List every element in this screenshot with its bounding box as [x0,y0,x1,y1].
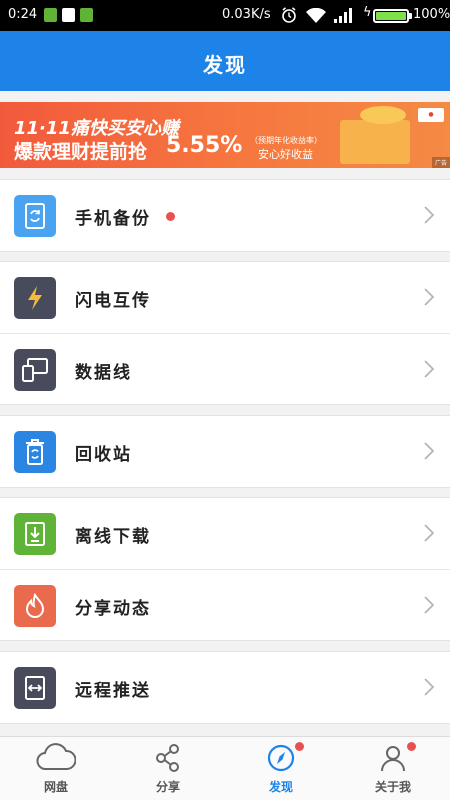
battery-icon [373,9,412,23]
new-badge [166,212,175,221]
chevron-right-icon [424,442,434,460]
network-speed: 0.03K/s [222,7,271,22]
title-bar: 发现 [0,31,450,91]
ad-label: 广告 [431,157,450,168]
tab-about-me[interactable]: 关于我 [337,737,449,800]
person-icon [381,746,405,772]
menu-item-label: 闪电互传 [75,291,151,311]
menu-item-label: 分享动态 [75,599,151,619]
chevron-right-icon [424,524,434,542]
menu-item-phone-backup[interactable]: 手机备份 [0,180,450,251]
menu-item-label: 回收站 [75,445,132,465]
menu-group-recycle: 回收站 [0,415,450,488]
menu-group-backup: 手机备份 [0,179,450,252]
qq-notification-icon [62,8,75,22]
tab-disk[interactable]: 网盘 [0,737,112,800]
tab-share[interactable]: 分享 [112,737,224,800]
brand-logo: ● [418,108,444,122]
treasure-box-illustration [340,106,410,164]
ad-banner[interactable]: 11·11痛快买安心赚 爆款理财提前抢 5.55% （预期年化收益率） 安心好收… [0,102,450,168]
chevron-right-icon [424,206,434,224]
flame-icon [14,585,56,627]
app-notification-icon [80,8,93,22]
chevron-right-icon [424,596,434,614]
recycle-bin-icon [14,431,56,473]
tab-label: 网盘 [43,780,68,794]
banner-rate-note: （预期年化收益率） [250,136,322,145]
menu-group-transfer: 闪电互传 数据线 [0,261,450,405]
wifi-icon [306,8,326,23]
menu-item-share-feed[interactable]: 分享动态 [0,569,450,640]
alarm-icon [282,7,296,23]
banner-tagline: 安心好收益 [258,148,313,161]
bottom-tab-bar: 网盘 分享 发现 关于我 [0,736,450,800]
chevron-right-icon [424,360,434,378]
lightning-icon [14,277,56,319]
tab-badge [295,742,304,751]
compass-icon [267,744,295,772]
menu-group-remote: 远程推送 [0,651,450,724]
charging-icon: ϟ [363,5,372,20]
chevron-right-icon [424,678,434,696]
remote-push-icon [14,667,56,709]
menu-item-recycle-bin[interactable]: 回收站 [0,416,450,487]
menu-item-remote-push[interactable]: 远程推送 [0,652,450,723]
devices-icon [14,349,56,391]
menu-item-flash-transfer[interactable]: 闪电互传 [0,262,450,333]
tab-label: 分享 [155,780,180,794]
tab-label: 关于我 [374,780,411,794]
menu-item-label: 手机备份 [75,209,151,229]
menu-item-offline-download[interactable]: 离线下载 [0,498,450,569]
tab-label: 发现 [268,780,293,794]
menu-item-label: 数据线 [75,363,132,383]
banner-rate: 5.55% [166,133,243,158]
menu-item-label: 远程推送 [75,681,151,701]
banner-subheadline: 爆款理财提前抢 [14,141,148,163]
menu-group-downloads: 离线下载 分享动态 [0,497,450,641]
tab-badge [407,742,416,751]
status-time: 0:24 [8,7,38,22]
share-icon [156,744,179,772]
download-icon [14,513,56,555]
phone-sync-icon [14,195,56,237]
cloud-icon [36,743,76,770]
signal-icon [334,8,352,23]
status-bar: 0:24 0.03K/s ϟ 100% [0,0,450,31]
menu-item-label: 离线下载 [75,527,151,547]
menu-item-data-cable[interactable]: 数据线 [0,333,450,404]
tab-discover[interactable]: 发现 [225,737,337,800]
battery-percent: 100% [413,7,450,22]
sim-notification-icon [44,8,57,22]
page-title: 发现 [203,53,247,77]
chevron-right-icon [424,288,434,306]
